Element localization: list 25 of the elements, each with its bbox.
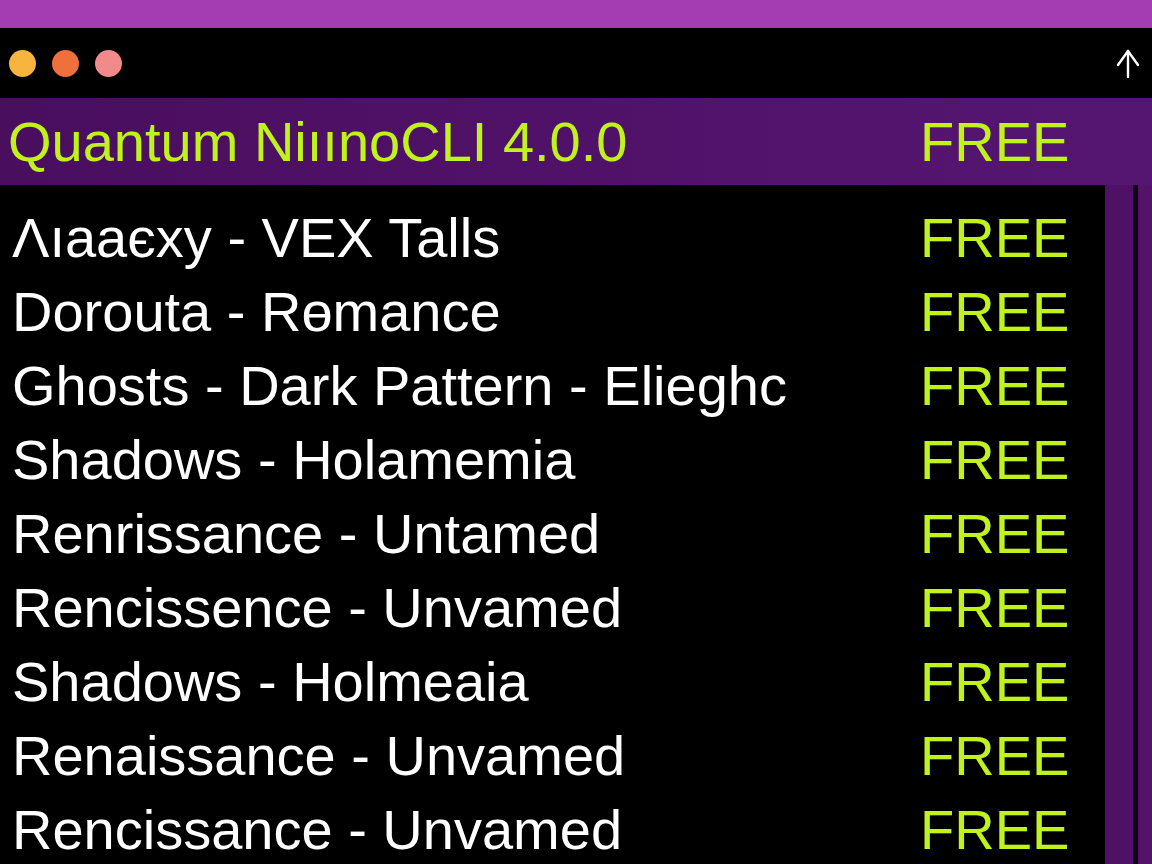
price-label: FREE <box>920 429 1070 491</box>
price-label: FREE <box>920 725 1070 787</box>
track-name[interactable]: Rencissence - Unvamed <box>12 577 920 639</box>
app-title: Quantum NiıınoCLI 4.0.0 <box>8 110 629 173</box>
track-name[interactable]: Renaissance - Unvamed <box>12 725 920 787</box>
price-label: FREE <box>920 207 1070 269</box>
window-dot-icon[interactable] <box>95 49 122 77</box>
price-label: FREE <box>920 355 1070 417</box>
price-label: FREE <box>920 577 1070 639</box>
arrow-up-icon[interactable] <box>1116 48 1140 78</box>
track-name[interactable]: Ghosts - Dark Pattern - Elieghc <box>12 355 920 417</box>
track-name[interactable]: Λıaaєxy - VEX Talls <box>12 207 920 269</box>
track-name[interactable]: Shadows - Holmeaia <box>12 651 920 713</box>
window-dot-icon[interactable] <box>9 49 36 77</box>
price-label: FREE <box>920 503 1070 565</box>
scrollbar[interactable] <box>1105 185 1152 864</box>
track-name[interactable]: Dorouta - Rөmance <box>12 281 920 343</box>
track-name[interactable]: Shadows - Holamemia <box>12 429 920 491</box>
price-label: FREE <box>920 651 1070 713</box>
price-label: FREE <box>920 110 1070 173</box>
price-label: FREE <box>920 281 1070 343</box>
window-dot-icon[interactable] <box>52 49 79 77</box>
price-label: FREE <box>920 799 1070 861</box>
track-name[interactable]: Renrissance - Untamed <box>12 503 920 565</box>
track-name[interactable]: Rencissance - Unvamed <box>12 799 920 861</box>
